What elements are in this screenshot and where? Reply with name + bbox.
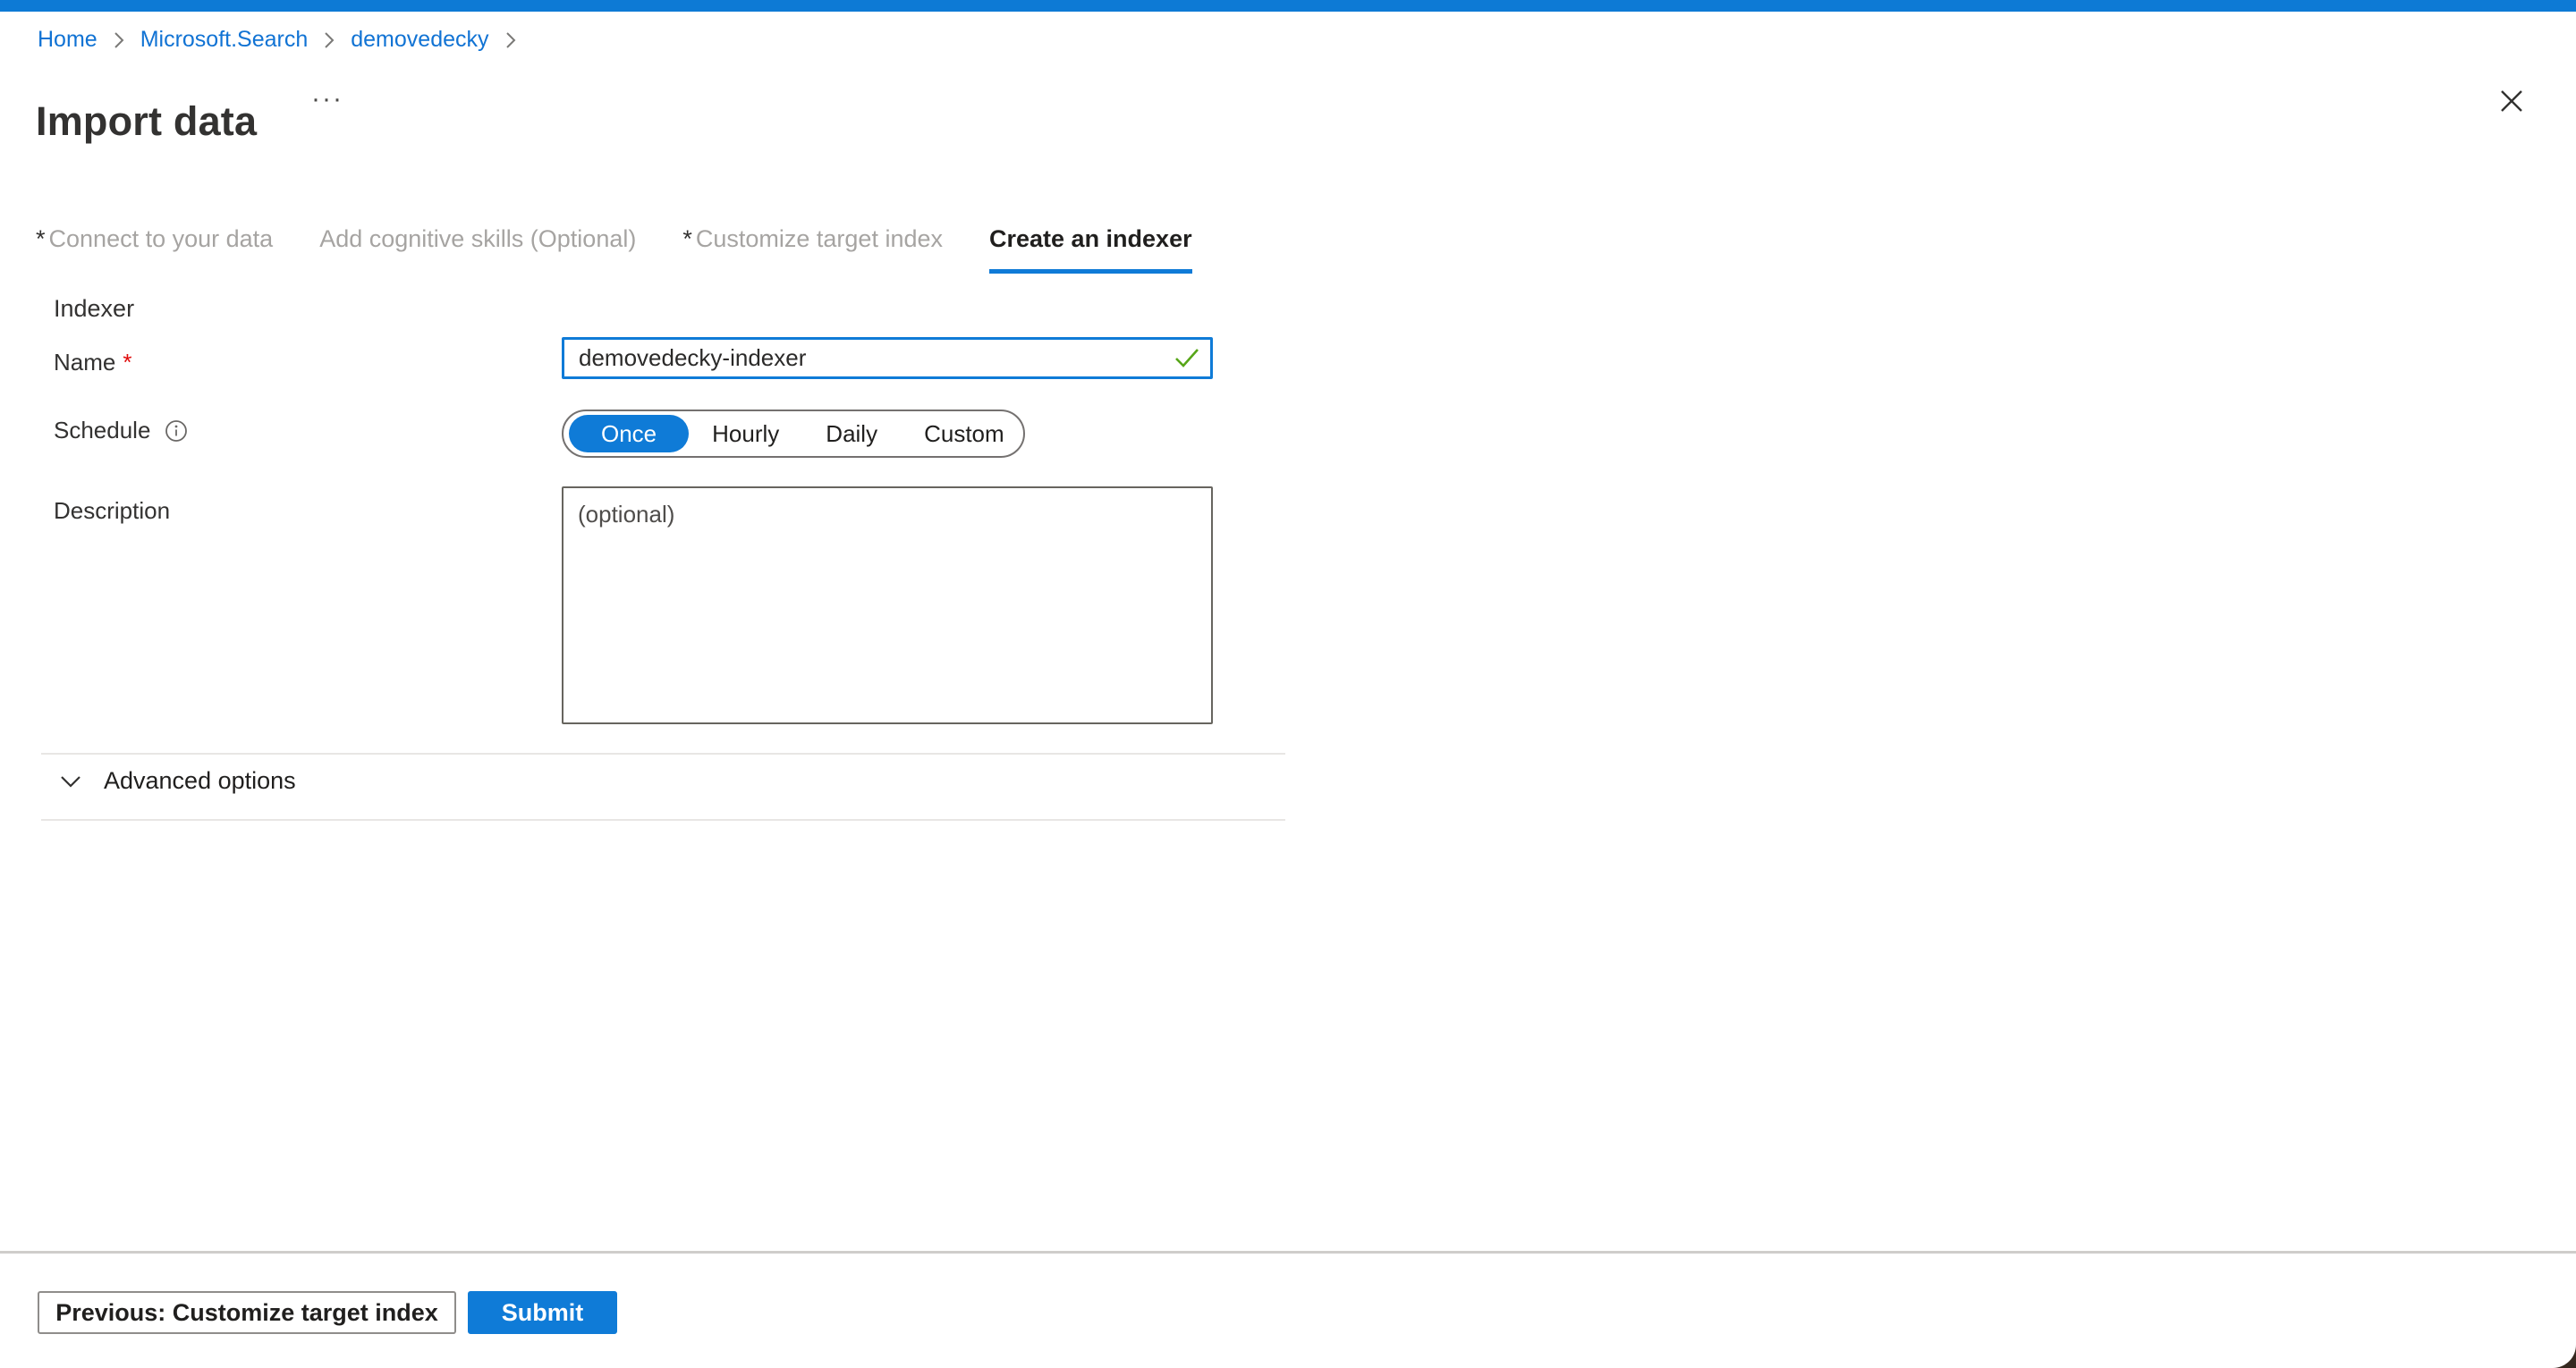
required-marker: *: [36, 225, 46, 252]
required-asterisk: *: [123, 349, 131, 376]
advanced-options-label: Advanced options: [104, 767, 296, 795]
name-label: Name *: [54, 349, 131, 376]
submit-button[interactable]: Submit: [468, 1291, 617, 1334]
name-label-text: Name: [54, 349, 115, 376]
wizard-tabs: *Connect to your data Add cognitive skil…: [36, 225, 1192, 274]
schedule-label: Schedule: [54, 417, 188, 444]
chevron-right-icon: [504, 29, 518, 52]
schedule-option-once[interactable]: Once: [569, 415, 689, 452]
top-accent-bar: [0, 0, 2576, 12]
tab-add-cognitive-skills[interactable]: Add cognitive skills (Optional): [319, 225, 636, 274]
required-marker: *: [682, 225, 692, 252]
tab-customize-target-index[interactable]: *Customize target index: [682, 225, 943, 274]
tab-create-an-indexer[interactable]: Create an indexer: [989, 225, 1192, 274]
previous-step-button[interactable]: Previous: Customize target index: [38, 1291, 456, 1334]
chevron-right-icon: [322, 29, 336, 52]
tab-label: Customize target index: [696, 225, 943, 252]
close-icon[interactable]: [2495, 84, 2529, 118]
schedule-option-custom[interactable]: Custom: [901, 415, 1028, 452]
indexer-name-input[interactable]: [562, 337, 1213, 379]
tab-connect-to-your-data[interactable]: *Connect to your data: [36, 225, 273, 274]
tab-label: Create an indexer: [989, 225, 1192, 252]
schedule-segmented-control: Once Hourly Daily Custom: [562, 410, 1025, 458]
breadcrumb-home[interactable]: Home: [38, 27, 97, 53]
indexer-section-heading: Indexer: [54, 295, 134, 323]
chevron-right-icon: [112, 29, 126, 52]
tab-label: Connect to your data: [49, 225, 274, 252]
footer-divider: [0, 1251, 2576, 1254]
info-icon[interactable]: [165, 419, 188, 443]
more-options-icon[interactable]: ···: [311, 86, 343, 113]
name-field-wrap: [562, 337, 1213, 379]
divider: [41, 819, 1285, 821]
page-title: Import data: [36, 98, 257, 145]
description-label: Description: [54, 497, 170, 525]
schedule-label-text: Schedule: [54, 417, 150, 444]
breadcrumb: Home Microsoft.Search demovedecky: [38, 27, 532, 53]
desktop-corner-artifact: [2513, 1339, 2576, 1368]
description-textarea[interactable]: [562, 486, 1213, 724]
schedule-option-hourly[interactable]: Hourly: [689, 415, 802, 452]
chevron-down-icon: [57, 772, 84, 791]
breadcrumb-microsoft-search[interactable]: Microsoft.Search: [140, 27, 309, 53]
advanced-options-toggle[interactable]: Advanced options: [57, 767, 296, 795]
import-data-page: Home Microsoft.Search demovedecky Import…: [0, 0, 2576, 1368]
schedule-option-daily[interactable]: Daily: [802, 415, 901, 452]
tab-label: Add cognitive skills (Optional): [319, 225, 636, 252]
divider: [41, 753, 1285, 755]
breadcrumb-demovedecky[interactable]: demovedecky: [351, 27, 488, 53]
description-label-text: Description: [54, 497, 170, 525]
valid-check-icon: [1174, 346, 1200, 374]
